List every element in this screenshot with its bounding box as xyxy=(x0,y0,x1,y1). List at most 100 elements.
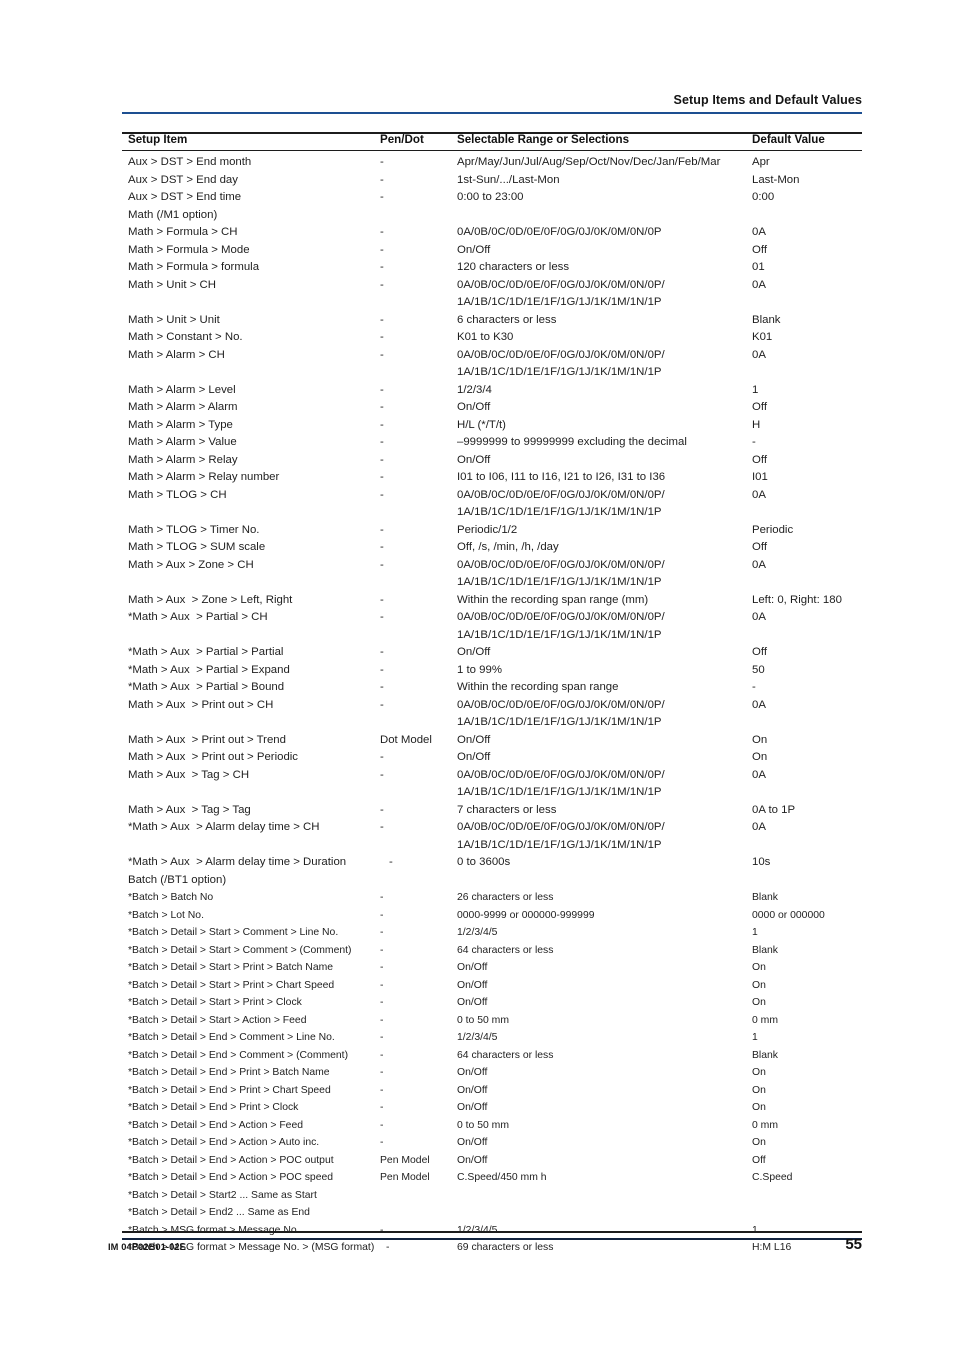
table-row: *Batch > Lot No. - 0000-9999 or 000000-999… xyxy=(122,908,862,926)
cell-selectable-range: On/Off xyxy=(457,751,491,763)
cell-selectable-range: 0A/0B/0C/0D/0E/0F/0G/0J/0K/0M/0N/0P/ xyxy=(457,768,665,781)
cell-pen-dot: - xyxy=(380,243,384,256)
table-row: Math > Formula > Mode - On/Off Off xyxy=(122,243,862,261)
cell-selectable-range: I01 to I06, I11 to I16, I21 to I26, I31 … xyxy=(457,471,666,483)
cell-default-value: Left: 0, Right: 180 xyxy=(752,593,842,606)
cell-setup-item: *Batch > Detail > Start > Action > Feed xyxy=(128,1014,307,1026)
cell-pen-dot: - xyxy=(380,558,384,571)
cell-selectable-range: Off, /s, /min, /h, /day xyxy=(457,541,559,553)
table-row: Math > TLOG > Timer No. - Periodic/1/2 Peri… xyxy=(122,523,862,541)
cell-setup-item: Math > Aux > Tag > CH xyxy=(128,768,250,781)
cell-pen-dot: - xyxy=(380,646,384,658)
cell-setup-item: *Batch > Detail > End > Action > POC spe… xyxy=(128,1172,334,1183)
table-row: *Batch > Detail > End > Comment > Line N… xyxy=(122,1030,862,1048)
cell-pen-dot: - xyxy=(380,1014,384,1026)
cell-pen-dot: - xyxy=(380,401,384,413)
cell-pen-dot: - xyxy=(380,593,384,606)
cell-pen-dot: - xyxy=(380,909,384,921)
cell-setup-item: *Batch > Detail > Start2 ... Same as Sta… xyxy=(128,1189,317,1201)
table-row: *Math > Aux > Partial > Bound - Within the… xyxy=(122,680,862,698)
table-row: *Math > Aux > Alarm delay time > Duratio… xyxy=(122,855,862,873)
cell-selectable-range: 0A/0B/0C/0D/0E/0F/0G/0J/0K/0M/0N/0P/ xyxy=(457,488,665,501)
cell-selectable-range: 0 to 50 mm xyxy=(457,1119,509,1131)
cell-pen-dot: Pen Model xyxy=(380,1154,430,1166)
cell-default-value: H xyxy=(752,418,761,431)
cell-pen-dot: - xyxy=(380,331,384,343)
cell-selectable-range: On/Off xyxy=(457,646,491,658)
cell-default-value: 0A xyxy=(752,558,766,571)
cell-setup-item: Math > Formula > Mode xyxy=(128,243,250,256)
cell-default-value: C.Speed xyxy=(752,1172,793,1183)
cell-pen-dot: - xyxy=(380,173,384,186)
cell-selectable-range-continuation: 1A/1B/1C/1D/1E/1F/1G/1J/1K/1M/1N/1P xyxy=(457,628,662,641)
cell-default-value: 0A xyxy=(752,488,766,501)
table-row: Math > Alarm > Relay - On/Off Off xyxy=(122,453,862,471)
cell-setup-item: Aux > DST > End time xyxy=(128,191,242,203)
cell-setup-item: *Batch > Detail > End > Action > POC out… xyxy=(128,1154,334,1166)
table-header-border xyxy=(122,149,862,152)
table-row: Math > Aux > Tag > CH - 0A/0B/0C/0D/0E/0F/… xyxy=(122,768,862,786)
cell-default-value: Blank xyxy=(752,892,778,903)
cell-setup-item: Math > Constant > No. xyxy=(128,331,243,343)
cell-default-value: 10s xyxy=(752,856,771,868)
cell-selectable-range: On/Off xyxy=(457,243,491,256)
running-head-title: Setup Items and Default Values xyxy=(673,93,862,107)
table-row: *Math > Aux > Partial > Expand - 1 to 99% 5… xyxy=(122,663,862,681)
cell-setup-item: Math > Alarm > CH xyxy=(128,348,225,361)
cell-selectable-range: On/Off xyxy=(457,1067,488,1078)
cell-setup-item: *Batch > Detail > Start > Print > Clock xyxy=(128,997,302,1008)
table-row: *Batch > Detail > End > Print > Batch Na… xyxy=(122,1065,862,1083)
table-row: *Math > Aux > Partial > CH - 0A/0B/0C/0D/0… xyxy=(122,610,862,628)
cell-selectable-range: Within the recording span range xyxy=(457,681,619,693)
table-row: *Batch > Detail > End > Action > POC spe… xyxy=(122,1170,862,1188)
cell-default-value: 0A xyxy=(752,348,766,361)
table-row: *Batch > Detail > End > Action > Feed - 0 … xyxy=(122,1118,862,1136)
cell-default-value: Periodic xyxy=(752,523,794,536)
cell-default-value: 0A xyxy=(752,821,766,833)
cell-selectable-range: 0A/0B/0C/0D/0E/0F/0G/0J/0K/0M/0N/0P/ xyxy=(457,698,665,711)
table-row: Math > Alarm > Alarm - On/Off Off xyxy=(122,400,862,418)
cell-default-value: Off xyxy=(752,1154,766,1166)
table-row: Math > Unit > Unit - 6 characters or less B… xyxy=(122,313,862,331)
cell-pen-dot: - xyxy=(380,453,384,466)
cell-setup-item: *Batch > Detail > Start > Comment > Line… xyxy=(128,927,339,938)
table-row: *Batch > Detail > Start > Action > Feed -… xyxy=(122,1013,862,1031)
cell-selectable-range: 0:00 to 23:00 xyxy=(457,191,524,203)
cell-pen-dot: - xyxy=(380,488,384,501)
cell-pen-dot: - xyxy=(380,1102,384,1113)
manual-page: Setup Items and Default Values Setup Ite… xyxy=(0,0,954,1350)
cell-setup-item: *Batch > Lot No. xyxy=(128,909,204,921)
table-row: Math > Formula > formula - 120 characters … xyxy=(122,260,862,278)
cell-selectable-range: 7 characters or less xyxy=(457,803,557,816)
cell-setup-item: *Batch > Detail > End > Print > Batch Na… xyxy=(128,1067,330,1078)
cell-default-value: 1 xyxy=(752,1032,758,1043)
cell-default-value: Off xyxy=(752,541,767,553)
cell-setup-item: *Batch > Detail > End2 ... Same as End xyxy=(128,1207,310,1218)
cell-pen-dot: - xyxy=(380,1137,384,1148)
cell-setup-item: *Math > Aux > Partial > Bound xyxy=(128,681,285,693)
cell-pen-dot: Pen Model xyxy=(380,1172,430,1183)
cell-default-value: On xyxy=(752,1084,766,1096)
cell-setup-item: *Batch > Detail > Start > Comment > (Com… xyxy=(128,944,352,956)
cell-default-value: I01 xyxy=(752,471,768,483)
cell-selectable-range: 0A/0B/0C/0D/0E/0F/0G/0J/0K/0M/0N/0P/ xyxy=(457,821,665,833)
cell-setup-item: Math > TLOG > CH xyxy=(128,488,227,501)
footer-page-number: 55 xyxy=(845,1236,862,1253)
cell-default-value: 1 xyxy=(752,383,759,396)
cell-setup-item: Math > Aux > Print out > Periodic xyxy=(128,751,299,763)
cell-selectable-range: On/Off xyxy=(457,1084,488,1096)
table-row: *Batch > Detail > End > Action > POC out… xyxy=(122,1153,862,1171)
cell-default-value: Blank xyxy=(752,944,778,956)
table-row: *Batch > Detail > Start > Print > Chart … xyxy=(122,978,862,996)
cell-setup-item: *Math > Aux > Alarm delay time > Duratio… xyxy=(128,856,347,868)
cell-selectable-range: On/Off xyxy=(457,1102,488,1113)
cell-setup-item: *Batch > Detail > End > Print > Clock xyxy=(128,1102,299,1113)
cell-selectable-range: 0 to 50 mm xyxy=(457,1014,509,1026)
cell-setup-item: Batch (/BT1 option) xyxy=(128,873,227,886)
table-row: *Batch > Detail > Start > Print > Clock -… xyxy=(122,995,862,1013)
table-row: Math > Alarm > Type - H/L (*/T/t) H xyxy=(122,418,862,436)
cell-setup-item: Math > TLOG > SUM scale xyxy=(128,541,266,553)
cell-pen-dot: - xyxy=(380,541,384,553)
cell-pen-dot: - xyxy=(380,821,384,833)
cell-setup-item: Math > Formula > CH xyxy=(128,226,238,238)
